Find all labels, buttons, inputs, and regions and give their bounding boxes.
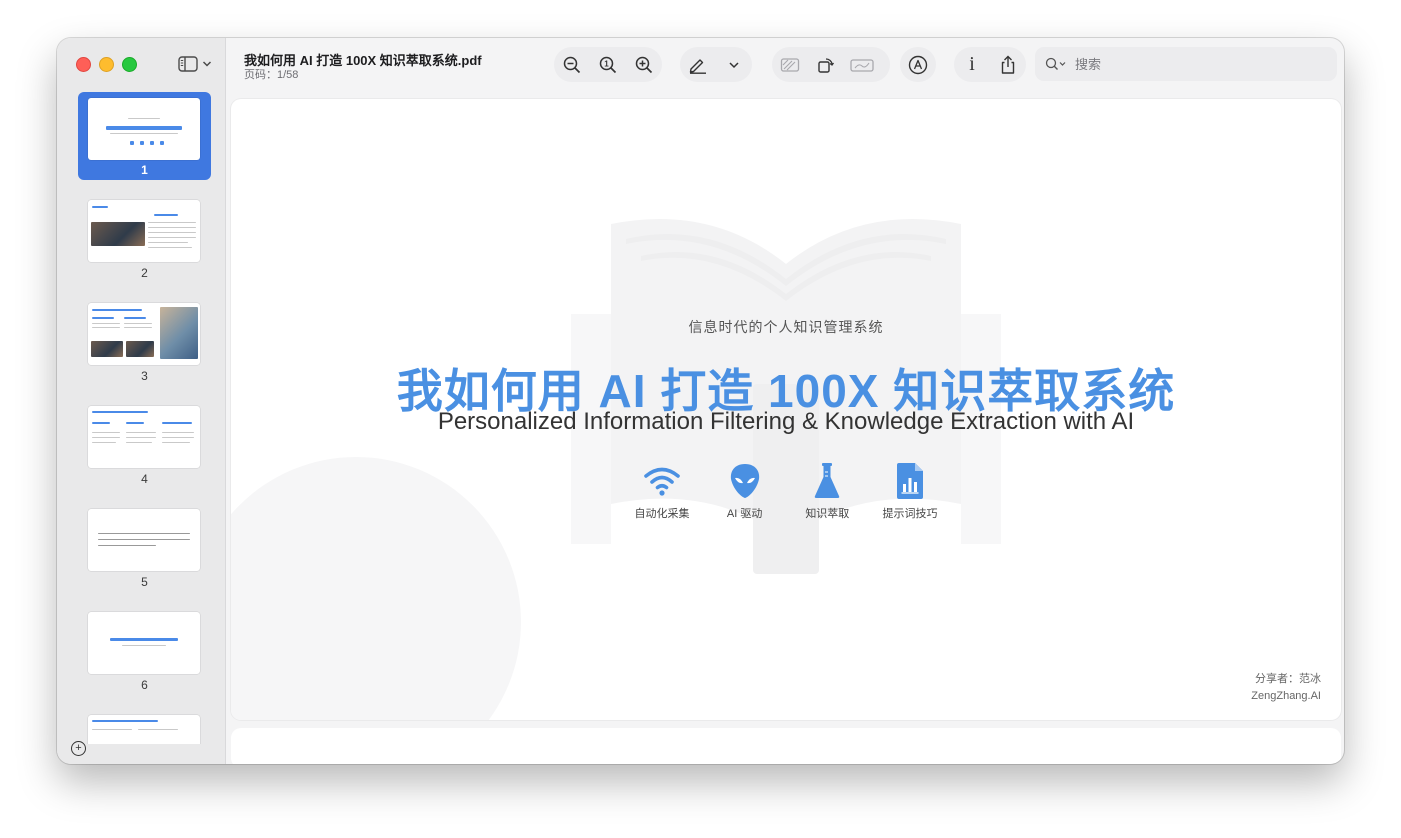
chevron-down-icon (729, 61, 739, 68)
search-input[interactable] (1073, 55, 1317, 73)
share-button[interactable] (990, 47, 1026, 82)
info-icon: i (969, 53, 975, 75)
thumbnail-image (88, 612, 200, 674)
rotate-icon (818, 57, 835, 73)
zoom-controls: 1 (554, 47, 662, 82)
wifi-icon (644, 467, 680, 496)
feature-label: 自动化采集 (634, 508, 690, 520)
thumbnail-label: 6 (141, 678, 148, 692)
thumbnail-page-3[interactable]: 3 (78, 295, 211, 383)
thumbnail-page-5[interactable]: 5 (78, 501, 211, 589)
info-share-controls: i (954, 47, 1026, 82)
flask-icon (815, 463, 840, 498)
sign-button[interactable] (844, 47, 880, 82)
thumbnail-label: 2 (141, 266, 148, 280)
thumbnail-image (88, 715, 200, 744)
close-window-button[interactable] (76, 57, 91, 72)
thumbnail-image (88, 303, 200, 365)
alien-icon (730, 464, 759, 498)
feature-item: AI 驱动 (704, 461, 786, 521)
feature-label: 提示词技巧 (882, 508, 938, 520)
rotate-button[interactable] (808, 47, 844, 82)
slide-english-title: Personalized Information Filtering & Kno… (437, 408, 1135, 435)
preview-window: 1 2 3 4 5 6 + 我如何用 AI 打造 100X 知识萃取系统.pdf… (57, 38, 1344, 764)
thumbnail-label: 5 (141, 575, 148, 589)
thumbnail-image (88, 98, 200, 160)
sidebar-icon (178, 56, 198, 72)
markup-controls (680, 47, 752, 82)
share-icon (1001, 55, 1015, 74)
search-field[interactable] (1035, 47, 1337, 81)
zoom-out-button[interactable] (554, 47, 590, 82)
markup-toolbar-button[interactable] (900, 47, 936, 82)
feature-label: 知识萃取 (805, 508, 850, 520)
actual-size-icon: 1 (599, 56, 617, 73)
feature-item: 自动化采集 (621, 461, 703, 521)
document-chart-icon (896, 463, 923, 499)
minimize-window-button[interactable] (99, 57, 114, 72)
search-icon (1045, 57, 1066, 70)
pdf-page-2-partial (231, 728, 1341, 764)
decorative-circle (231, 457, 521, 720)
page-indicator: 页码：1/58 (244, 69, 299, 81)
zoom-in-icon (635, 56, 653, 73)
info-button[interactable]: i (954, 47, 990, 82)
annotate-controls (900, 47, 936, 82)
zoom-in-button[interactable] (626, 47, 662, 82)
thumbnail-sidebar: 1 2 3 4 5 6 + (57, 38, 226, 764)
presenter-credit: 分享者：范冰 ZengZhang.AI (1251, 671, 1321, 705)
thumbnail-page-6[interactable]: 6 (78, 604, 211, 692)
actual-size-button[interactable]: 1 (590, 47, 626, 82)
svg-text:1: 1 (604, 59, 609, 68)
highlight-button[interactable] (680, 47, 716, 82)
markup-pen-icon (908, 55, 928, 74)
signature-icon (850, 58, 874, 72)
thumbnail-page-2[interactable]: 2 (78, 192, 211, 280)
thumbnail-label: 3 (141, 369, 148, 383)
sidebar-toggle-button[interactable] (178, 55, 214, 73)
presenter-name: 分享者：范冰 (1255, 673, 1321, 685)
pencil-highlight-icon (689, 58, 706, 74)
thumbnail-page-4[interactable]: 4 (78, 398, 211, 486)
thumbnail-page-7[interactable] (78, 707, 211, 744)
thumbnail-image (88, 406, 200, 468)
thumbnail-label: 1 (141, 163, 148, 177)
feature-label: AI 驱动 (726, 508, 763, 520)
markup-menu-button[interactable] (716, 47, 752, 82)
redact-icon (780, 57, 800, 72)
add-page-button[interactable]: + (71, 741, 86, 756)
thumbnail-label: 4 (141, 472, 148, 486)
zoom-window-button[interactable] (122, 57, 137, 72)
feature-item: 提示词技巧 (869, 461, 951, 521)
thumbnail-image (88, 200, 200, 262)
slide-subtitle: 信息时代的个人知识管理系统 (688, 319, 884, 335)
thumbnail-page-1[interactable]: 1 (78, 92, 211, 180)
thumbnail-image (88, 509, 200, 571)
feature-list: 自动化采集 AI 驱动 知识萃取 提示词技巧 (621, 461, 951, 521)
thumbnail-list: 1 2 3 4 5 6 (57, 92, 225, 744)
chevron-down-icon (202, 61, 212, 67)
feature-item: 知识萃取 (786, 461, 868, 521)
edit-controls (772, 47, 890, 82)
redact-button[interactable] (772, 47, 808, 82)
zoom-out-icon (563, 56, 581, 73)
presenter-site: ZengZhang.AI (1251, 690, 1321, 702)
pdf-page-1: 信息时代的个人知识管理系统 我如何用 AI 打造 100X 知识萃取系统 Per… (231, 99, 1341, 720)
